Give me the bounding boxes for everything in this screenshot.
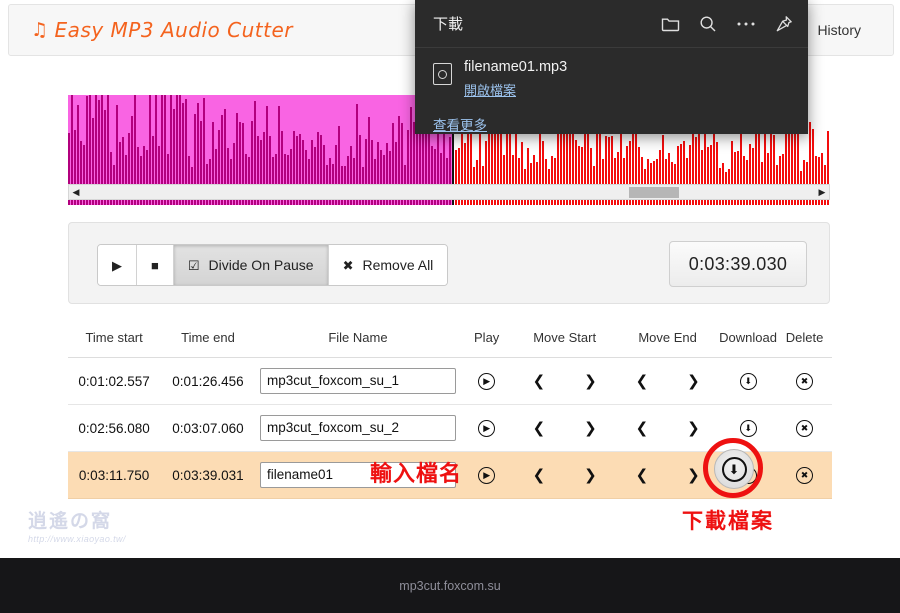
stop-icon: ■: [151, 257, 159, 273]
download-circle-icon: ⬇: [721, 456, 747, 482]
download-circle-icon: ⬇: [739, 373, 757, 390]
scrollbar-thumb[interactable]: [629, 187, 679, 198]
scroll-left-icon[interactable]: ◀: [69, 187, 83, 197]
more-icon[interactable]: [736, 14, 756, 34]
cell-time-start: 0:03:11.750: [68, 451, 161, 499]
chevron-right-icon[interactable]: ❯: [584, 373, 597, 390]
downloads-popup-header: 下載: [415, 0, 808, 48]
row-download-button[interactable]: ⬇: [719, 357, 778, 405]
timecode-display: 0:03:39.030: [669, 241, 807, 287]
row-delete-button[interactable]: ✖: [777, 357, 832, 405]
header-time-start: Time start: [68, 322, 161, 358]
close-circle-icon: ✖: [796, 420, 814, 437]
remove-all-label: Remove All: [362, 257, 434, 273]
history-button[interactable]: History: [803, 5, 875, 55]
app-brand: ♫ Easy MP3 Audio Cutter: [31, 18, 293, 42]
row-play-button[interactable]: ▶: [460, 404, 514, 452]
play-button[interactable]: ▶: [98, 245, 137, 285]
transport-panel: ▶ ■ ☑ Divide On Pause ✖ Remove All 0:03:…: [68, 222, 830, 304]
download-circle-icon: ⬇: [739, 420, 757, 437]
file-name-input[interactable]: filename01: [259, 462, 456, 488]
chevron-right-icon[interactable]: ❯: [584, 420, 597, 437]
scroll-right-icon[interactable]: ▶: [815, 187, 829, 197]
chevron-left-icon[interactable]: ❮: [636, 467, 649, 484]
row-move-end-forward[interactable]: ❯: [667, 357, 720, 405]
cell-time-end: 0:03:07.060: [160, 404, 256, 452]
chevron-right-icon[interactable]: ❯: [687, 373, 700, 390]
cell-time-end: 0:01:26.456: [160, 357, 256, 405]
audio-file-icon: [433, 63, 452, 85]
header-file-name: File Name: [255, 322, 461, 358]
play-circle-icon: ▶: [478, 420, 496, 437]
row-move-end[interactable]: ❮: [616, 357, 668, 405]
chevron-left-icon[interactable]: ❮: [533, 420, 546, 437]
row-move-end-forward[interactable]: ❯: [667, 404, 720, 452]
annotation-download-file: 下載檔案: [682, 509, 774, 533]
transport-button-group: ▶ ■ ☑ Divide On Pause ✖ Remove All: [97, 244, 449, 286]
search-icon[interactable]: [698, 14, 718, 34]
downloads-popup-title: 下載: [433, 16, 464, 33]
divide-on-pause-label: Divide On Pause: [208, 257, 314, 273]
app-title: Easy MP3 Audio Cutter: [54, 18, 294, 42]
watermark: 逍遙の窩 http://www.xiaoyao.tw/: [28, 512, 188, 544]
chevron-left-icon[interactable]: ❮: [533, 373, 546, 390]
header-play: Play: [460, 322, 514, 358]
file-name-input[interactable]: mp3cut_foxcom_su_1: [259, 368, 456, 394]
music-note-icon: ♫: [31, 18, 49, 41]
row-move-start[interactable]: ❮: [513, 404, 565, 452]
chevron-right-icon[interactable]: ❯: [687, 467, 700, 484]
divide-on-pause-button[interactable]: ☑ Divide On Pause: [173, 245, 329, 285]
checkbox-checked-icon: ☑: [187, 257, 200, 273]
watermark-url: http://www.xiaoyao.tw/: [28, 534, 126, 544]
see-more-link[interactable]: 查看更多: [415, 100, 487, 134]
close-circle-icon: ✖: [796, 373, 814, 390]
row-move-start-forward[interactable]: ❯: [564, 404, 617, 452]
waveform-scrollbar[interactable]: ◀ ▶: [68, 184, 830, 200]
file-name-input[interactable]: mp3cut_foxcom_su_2: [259, 415, 456, 441]
download-item[interactable]: filename01.mp3 開啟檔案: [415, 48, 808, 100]
row-move-end[interactable]: ❮: [616, 451, 668, 499]
chevron-right-icon[interactable]: ❯: [687, 420, 700, 437]
cell-time-end: 0:03:39.031: [160, 451, 256, 499]
table-header-row: Time start Time end File Name Play Move …: [68, 322, 832, 358]
header-move-start: Move Start: [513, 322, 617, 358]
row-play-button[interactable]: ▶: [460, 451, 514, 499]
open-file-link[interactable]: 開啟檔案: [464, 80, 516, 99]
footer-site-label: mp3cut.foxcom.su: [399, 578, 501, 593]
close-circle-icon: ✖: [796, 467, 814, 484]
row-move-end[interactable]: ❮: [616, 404, 668, 452]
header-time-end: Time end: [160, 322, 256, 358]
header-download: Download: [719, 322, 778, 358]
row-play-button[interactable]: ▶: [460, 357, 514, 405]
watermark-logo: 逍遙の窩: [28, 511, 113, 532]
row-move-start-forward[interactable]: ❯: [564, 451, 617, 499]
play-circle-icon: ▶: [478, 373, 496, 390]
cell-time-start: 0:02:56.080: [68, 404, 161, 452]
browser-downloads-popup[interactable]: 下載 filename01.mp3 開啟檔案 查看更多: [415, 0, 808, 134]
chevron-left-icon[interactable]: ❮: [533, 467, 546, 484]
download-file-name: filename01.mp3: [464, 59, 568, 75]
play-circle-icon: ▶: [478, 467, 496, 484]
chevron-left-icon[interactable]: ❮: [636, 420, 649, 437]
header-delete: Delete: [777, 322, 832, 358]
play-icon: ▶: [112, 257, 122, 273]
row-move-start-forward[interactable]: ❯: [564, 357, 617, 405]
chevron-right-icon[interactable]: ❯: [584, 467, 597, 484]
table-row: 0:01:02.557 0:01:26.456 mp3cut_foxcom_su_1…: [68, 357, 832, 405]
row-delete-button[interactable]: ✖: [777, 451, 832, 499]
page-footer: mp3cut.foxcom.su: [0, 558, 900, 613]
header-move-end: Move End: [616, 322, 720, 358]
row-move-start[interactable]: ❮: [513, 357, 565, 405]
highlighted-download-button[interactable]: ⬇: [714, 449, 754, 489]
chevron-left-icon[interactable]: ❮: [636, 373, 649, 390]
pin-icon[interactable]: [774, 14, 794, 34]
stop-button[interactable]: ■: [137, 245, 174, 285]
remove-all-button[interactable]: ✖ Remove All: [328, 245, 448, 285]
cell-time-start: 0:01:02.557: [68, 357, 161, 405]
row-move-start[interactable]: ❮: [513, 451, 565, 499]
cross-icon: ✖: [342, 257, 354, 273]
folder-icon[interactable]: [660, 14, 680, 34]
row-delete-button[interactable]: ✖: [777, 404, 832, 452]
